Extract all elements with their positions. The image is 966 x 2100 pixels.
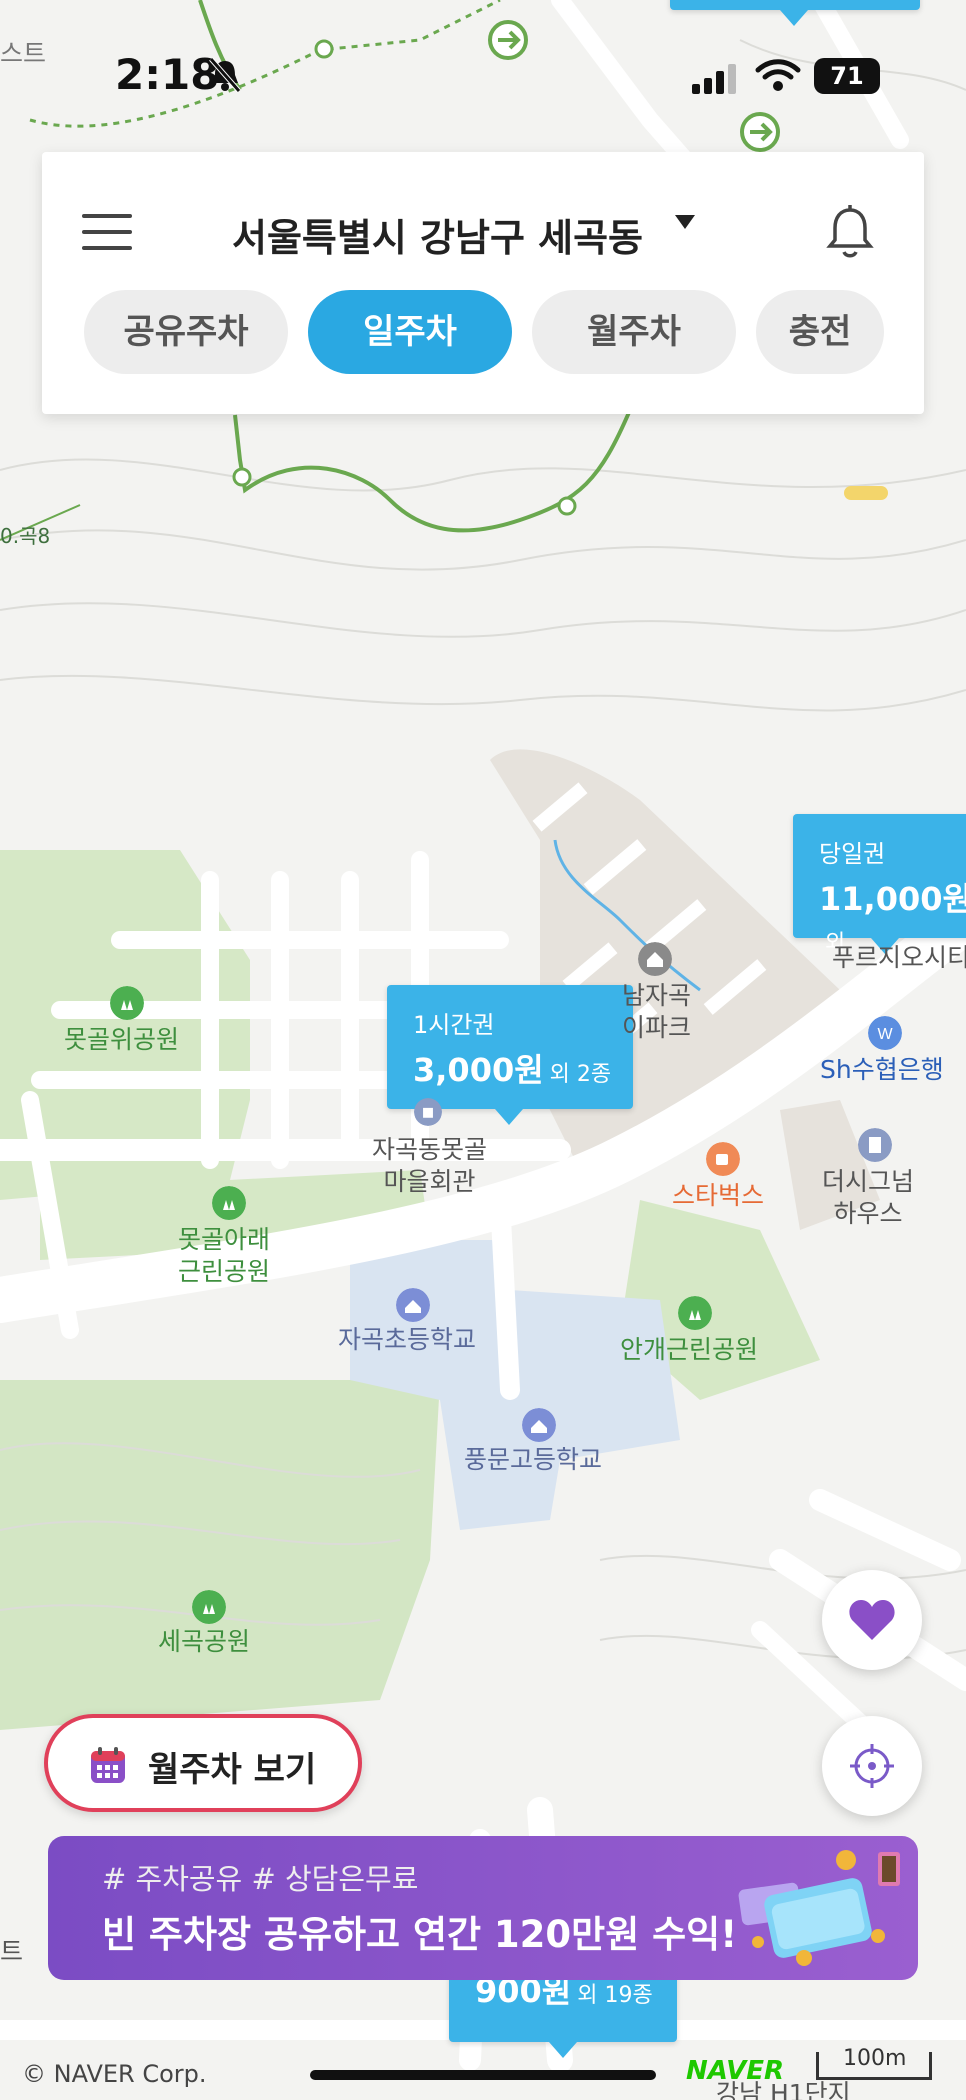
promo-banner[interactable]: # 주차공유 # 상담은무료 빈 주차장 공유하고 연간 120만원 수익! — [48, 1836, 918, 1980]
heart-icon — [849, 1600, 895, 1640]
trail-label: 0.곡8 — [0, 524, 51, 548]
building-pin-icon — [414, 1098, 442, 1126]
marker-label: 1시간권 — [413, 1011, 495, 1039]
marker-label: 당일권 — [819, 840, 886, 868]
building-pin-icon — [858, 1128, 892, 1162]
monthly-parking-view-button[interactable]: 월주차 보기 — [44, 1714, 362, 1812]
map-label-bank[interactable]: Sh수협은행 — [820, 1054, 944, 1086]
map-label-top-left: 스트 — [0, 39, 47, 68]
map-label-starbucks[interactable]: 스타벅스 — [672, 1180, 764, 1212]
map-scale-label: 100m — [843, 2046, 907, 2071]
cellular-signal-icon — [692, 64, 736, 94]
park-pin-icon — [192, 1590, 226, 1624]
tab-daily-parking[interactable]: 일주차 — [308, 290, 512, 374]
map-label-purugio[interactable]: 푸르지오시티 — [832, 942, 966, 974]
svg-text:W: W — [877, 1026, 893, 1043]
map-label-design-house[interactable]: 더시그넘 하우스 — [822, 1166, 914, 1230]
marker-price: 3,000원 외 2종 — [413, 1051, 612, 1089]
bank-pin-icon: W — [868, 1016, 902, 1050]
school-pin-icon — [396, 1288, 430, 1322]
school-pin-icon — [522, 1408, 556, 1442]
cafe-pin-icon — [706, 1142, 740, 1176]
home-indicator[interactable] — [310, 2070, 656, 2080]
park-pin-icon — [212, 1186, 246, 1220]
price-marker-hourly[interactable]: 1시간권 3,000원 외 2종 — [387, 985, 633, 1125]
bell-icon[interactable] — [822, 202, 878, 262]
locate-icon — [850, 1744, 894, 1788]
price-marker-top-partial[interactable] — [670, 0, 920, 26]
map-label-high-school[interactable]: 풍문고등학교 — [464, 1444, 602, 1476]
apartment-pin-icon — [638, 942, 672, 976]
chevron-down-icon — [675, 215, 696, 229]
status-time: 2:18 — [115, 50, 220, 99]
battery-indicator: 71 — [814, 58, 880, 94]
menu-icon[interactable] — [82, 214, 132, 254]
map-label-park[interactable]: 세곡공원 — [158, 1626, 250, 1658]
current-location-button[interactable] — [822, 1716, 922, 1816]
map-label-village-hall[interactable]: 자곡동못골 마을회관 — [372, 1134, 487, 1198]
header-card: 서울특별시 강남구 세곡동 공유주차 일주차 월주차 충전 — [42, 152, 924, 414]
favorites-button[interactable] — [822, 1570, 922, 1670]
map-scale-bar: 100m — [816, 2046, 932, 2080]
map-label-bottom-left: 트 — [0, 1937, 24, 1966]
wallet-cards-illustration — [738, 1850, 900, 1966]
wifi-icon — [755, 59, 801, 91]
map-label-apartment[interactable]: 남자곡 이파크 — [622, 980, 691, 1044]
price-marker-daily[interactable]: 당일권 11,000원외 — [793, 814, 966, 956]
calendar-icon — [91, 1747, 125, 1783]
status-bar: 2:18 71 — [0, 0, 966, 150]
silent-mode-icon — [209, 57, 241, 93]
map-label-park[interactable]: 안개근린공원 — [620, 1334, 758, 1366]
park-pin-icon — [678, 1296, 712, 1330]
map-label-park[interactable]: 못골위공원 — [64, 1024, 179, 1056]
map-copyright: © NAVER Corp. — [22, 2060, 207, 2088]
banner-tags: # 주차공유 # 상담은무료 — [102, 1862, 419, 1896]
tab-shared-parking[interactable]: 공유주차 — [84, 290, 288, 374]
park-pin-icon — [110, 986, 144, 1020]
map-label-elementary-school[interactable]: 자곡초등학교 — [338, 1324, 476, 1356]
tab-charging[interactable]: 충전 — [756, 290, 884, 374]
map-label-park[interactable]: 못골아래 근린공원 — [178, 1224, 270, 1288]
tab-monthly-parking[interactable]: 월주차 — [532, 290, 736, 374]
location-label: 서울특별시 강남구 세곡동 — [232, 216, 644, 260]
monthly-parking-view-label: 월주차 보기 — [148, 1750, 317, 1790]
banner-title: 빈 주차장 공유하고 연간 120만원 수익! — [102, 1913, 738, 1956]
location-selector[interactable]: 서울특별시 강남구 세곡동 — [232, 207, 696, 262]
naver-logo: NAVER — [686, 2056, 785, 2086]
